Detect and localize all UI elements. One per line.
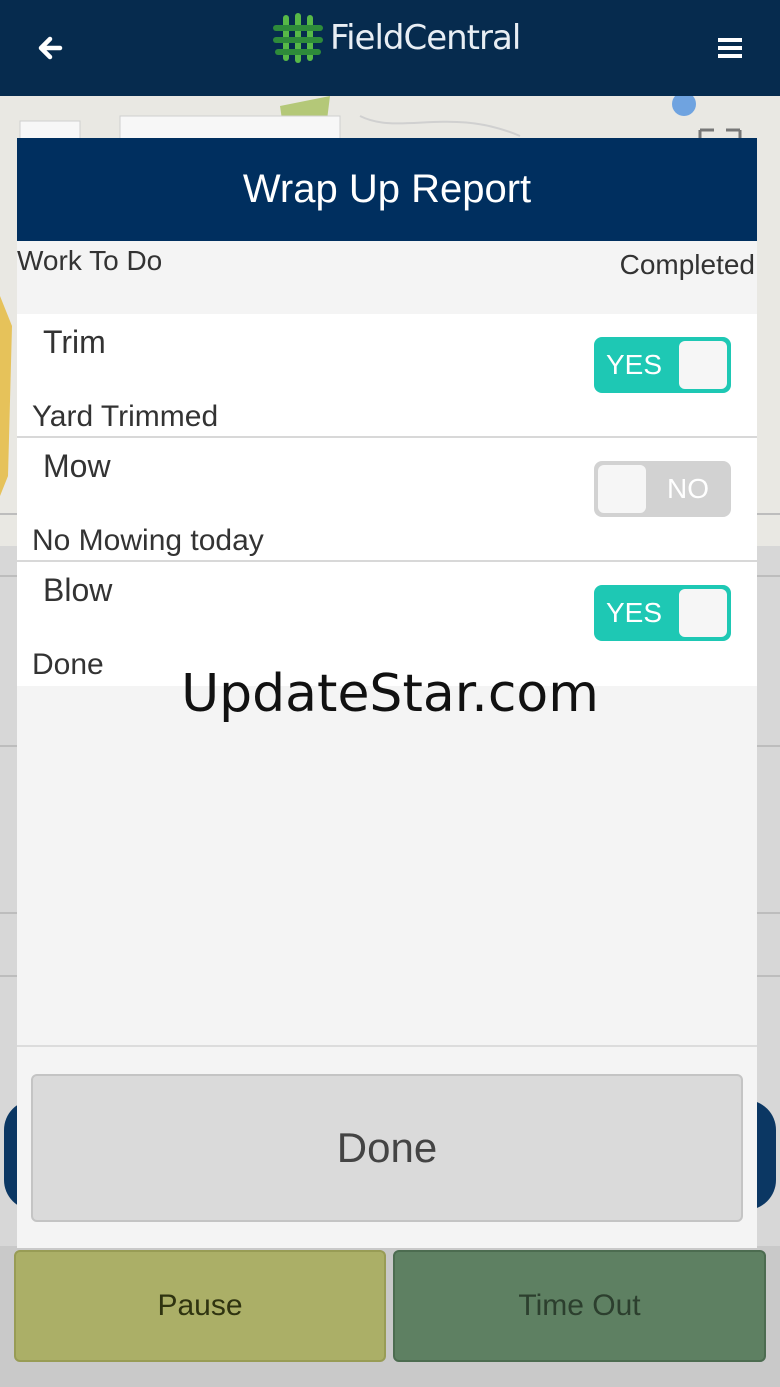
work-items-list: Trim YES Yard Trimmed Mow NO No Mowing t… <box>17 314 757 686</box>
work-item-name: Trim <box>43 324 106 360</box>
toggle-knob <box>679 341 727 389</box>
completed-header: Completed <box>619 249 755 280</box>
completed-toggle-mow[interactable]: NO <box>594 461 731 517</box>
dialog-title: Wrap Up Report <box>242 167 532 211</box>
work-item-mow: Mow NO No Mowing today <box>17 438 757 562</box>
toggle-knob <box>598 465 646 513</box>
work-to-do-header: Work To Do <box>17 245 163 276</box>
toggle-label: YES <box>606 349 663 380</box>
time-out-button[interactable]: Time Out <box>393 1250 766 1362</box>
toggle-knob <box>679 589 727 637</box>
watermark: UpdateStar.com <box>181 664 599 724</box>
work-item-note: No Mowing today <box>32 524 264 557</box>
work-item-note: Yard Trimmed <box>32 400 219 433</box>
completed-toggle-trim[interactable]: YES <box>594 337 731 393</box>
app-header: FieldCentral <box>0 0 780 96</box>
column-headers: Work To Do Completed <box>17 241 757 314</box>
toggle-label: YES <box>606 597 663 628</box>
dialog-footer: Done <box>17 1045 757 1248</box>
hamburger-menu-icon[interactable] <box>708 30 752 66</box>
fieldcentral-logo-icon <box>273 13 323 63</box>
done-button[interactable]: Done <box>31 1074 743 1222</box>
brand-logo: FieldCentral <box>272 10 521 66</box>
back-arrow-icon[interactable] <box>30 28 70 68</box>
completed-toggle-blow[interactable]: YES <box>594 585 731 641</box>
dialog-header: Wrap Up Report <box>17 138 757 241</box>
pause-button[interactable]: Pause <box>14 1250 386 1362</box>
work-item-name: Blow <box>43 572 113 608</box>
brand-name: FieldCentral <box>330 18 521 58</box>
toggle-label: NO <box>667 473 709 504</box>
work-item-trim: Trim YES Yard Trimmed <box>17 314 757 438</box>
work-item-name: Mow <box>43 448 111 484</box>
